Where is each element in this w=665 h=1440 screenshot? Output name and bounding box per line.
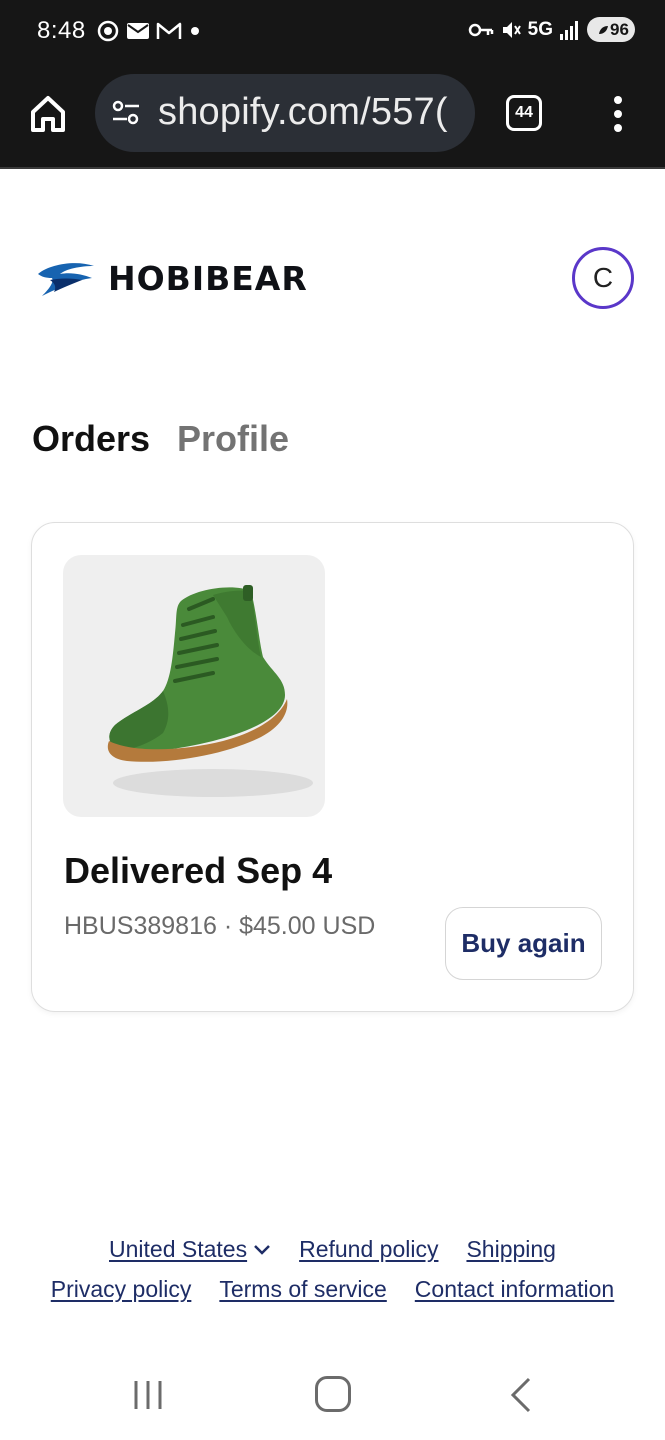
store-name: HOBIBEAR bbox=[108, 258, 308, 298]
signal-icon bbox=[560, 20, 578, 40]
terms-of-service-link[interactable]: Terms of service bbox=[219, 1276, 386, 1303]
mute-icon bbox=[502, 21, 521, 38]
home-icon[interactable] bbox=[28, 93, 68, 135]
status-system-icons: 5G 96 bbox=[468, 17, 635, 42]
country-selector[interactable]: United States bbox=[109, 1236, 271, 1263]
nav-home-icon[interactable] bbox=[315, 1376, 351, 1412]
contact-information-link[interactable]: Contact information bbox=[415, 1276, 614, 1303]
product-image[interactable] bbox=[63, 555, 325, 817]
vpn-app-icon bbox=[97, 20, 119, 42]
gmail-icon bbox=[156, 22, 182, 39]
privacy-policy-link[interactable]: Privacy policy bbox=[51, 1276, 192, 1303]
status-time: 8:48 bbox=[37, 17, 86, 44]
recent-apps-icon[interactable] bbox=[128, 1377, 168, 1413]
hobibear-logo-mark-icon bbox=[38, 263, 94, 296]
system-nav-bar bbox=[0, 1355, 665, 1440]
battery-indicator: 96 bbox=[587, 17, 635, 42]
mail-icon bbox=[127, 23, 149, 39]
avatar-initial: C bbox=[592, 262, 614, 293]
tab-orders[interactable]: Orders bbox=[32, 418, 150, 460]
vpn-key-icon bbox=[468, 23, 493, 36]
order-card[interactable]: Delivered Sep 4 HBUS389816 · $45.00 USD … bbox=[31, 522, 634, 1012]
account-avatar[interactable]: C bbox=[572, 247, 634, 309]
url-bar[interactable]: shopify.com/557( bbox=[95, 74, 475, 152]
refund-policy-link[interactable]: Refund policy bbox=[299, 1236, 438, 1263]
more-vert-icon[interactable] bbox=[608, 94, 628, 134]
browser-toolbar: shopify.com/557( 44 bbox=[0, 66, 665, 169]
footer-links-row-2: Privacy policy Terms of service Contact … bbox=[0, 1276, 665, 1303]
url-text: shopify.com/557( bbox=[158, 91, 448, 133]
store-logo[interactable]: HOBIBEAR bbox=[36, 258, 308, 298]
shipping-link[interactable]: Shipping bbox=[466, 1236, 556, 1263]
buy-again-button[interactable]: Buy again bbox=[445, 907, 602, 980]
tab-profile[interactable]: Profile bbox=[177, 418, 289, 460]
chevron-down-icon bbox=[254, 1244, 270, 1255]
status-bar: 8:48 5G 96 bbox=[0, 0, 665, 66]
battery-saver-icon bbox=[599, 25, 609, 34]
site-settings-icon[interactable] bbox=[111, 98, 141, 128]
network-type: 5G bbox=[527, 18, 553, 40]
battery-level: 96 bbox=[610, 19, 629, 39]
order-meta: HBUS389816 · $45.00 USD bbox=[64, 912, 376, 940]
order-status: Delivered Sep 4 bbox=[64, 850, 333, 891]
tab-count: 44 bbox=[515, 104, 533, 121]
status-notification-icons bbox=[96, 19, 202, 43]
notification-dot-icon bbox=[191, 27, 199, 35]
footer-links-row-1: United States Refund policy Shipping bbox=[0, 1236, 665, 1263]
tab-switcher-button[interactable]: 44 bbox=[506, 95, 542, 131]
back-icon[interactable] bbox=[505, 1375, 535, 1415]
country-label: United States bbox=[109, 1236, 248, 1262]
green-shoe-image bbox=[107, 585, 313, 797]
